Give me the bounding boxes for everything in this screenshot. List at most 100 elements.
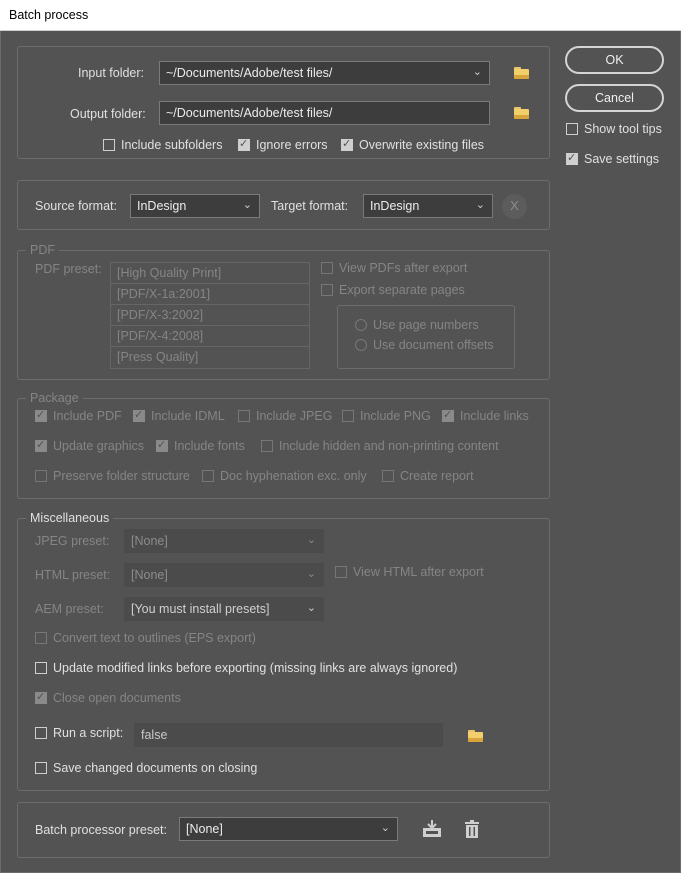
convert-text-label: Convert text to outlines (EPS export) bbox=[53, 631, 256, 645]
doc-hyphenation-checkbox[interactable] bbox=[202, 470, 214, 482]
view-html-label: View HTML after export bbox=[353, 565, 484, 579]
jpeg-preset-dropdown[interactable]: [None] ⌄ bbox=[124, 529, 324, 553]
doc-hyphenation-label: Doc hyphenation exc. only bbox=[220, 469, 367, 483]
save-preset-icon[interactable] bbox=[422, 820, 442, 838]
ok-button[interactable]: OK bbox=[565, 46, 664, 74]
list-item[interactable]: [PDF/X-3:2002] bbox=[111, 305, 309, 326]
chevron-down-icon: ⌄ bbox=[306, 602, 316, 614]
input-folder-value: ~/Documents/Adobe/test files/ bbox=[166, 66, 333, 80]
save-changed-label: Save changed documents on closing bbox=[53, 761, 258, 775]
pdf-legend: PDF bbox=[26, 243, 59, 257]
include-idml-checkbox[interactable] bbox=[133, 408, 145, 422]
batch-preset-dropdown[interactable]: [None] ⌄ bbox=[179, 817, 398, 841]
input-folder-dropdown[interactable]: ~/Documents/Adobe/test files/ ⌄ bbox=[159, 61, 490, 85]
view-pdfs-label: View PDFs after export bbox=[339, 261, 468, 275]
misc-panel bbox=[17, 518, 550, 791]
include-pdf-label: Include PDF bbox=[53, 409, 122, 423]
folder-icon[interactable] bbox=[514, 67, 530, 79]
misc-legend: Miscellaneous bbox=[26, 511, 114, 525]
batch-preset-value: [None] bbox=[186, 822, 223, 836]
list-item[interactable]: [Press Quality] bbox=[111, 347, 309, 368]
create-report-checkbox[interactable] bbox=[382, 470, 394, 482]
save-settings-checkbox[interactable] bbox=[566, 151, 578, 165]
use-document-offsets-label: Use document offsets bbox=[373, 338, 494, 352]
update-links-label: Update modified links before exporting (… bbox=[53, 661, 458, 675]
target-format-label: Target format: bbox=[271, 199, 349, 213]
list-item[interactable]: [High Quality Print] bbox=[111, 263, 309, 284]
include-fonts-label: Include fonts bbox=[174, 439, 245, 453]
list-item[interactable]: [PDF/X-4:2008] bbox=[111, 326, 309, 347]
source-format-dropdown[interactable]: InDesign ⌄ bbox=[130, 194, 260, 218]
output-folder-field[interactable]: ~/Documents/Adobe/test files/ bbox=[159, 101, 490, 125]
include-subfolders-checkbox[interactable] bbox=[103, 139, 115, 151]
run-script-checkbox[interactable] bbox=[35, 727, 47, 739]
trash-icon[interactable] bbox=[464, 820, 484, 838]
pdf-preset-list[interactable]: [High Quality Print] [PDF/X-1a:2001] [PD… bbox=[110, 262, 310, 369]
use-document-offsets-radio[interactable] bbox=[355, 339, 367, 351]
preserve-folder-structure-label: Preserve folder structure bbox=[53, 469, 190, 483]
target-format-dropdown[interactable]: InDesign ⌄ bbox=[363, 194, 493, 218]
overwrite-existing-label: Overwrite existing files bbox=[359, 138, 485, 152]
include-links-checkbox[interactable] bbox=[442, 408, 454, 422]
input-folder-label: Input folder: bbox=[78, 66, 145, 80]
ignore-errors-checkbox[interactable] bbox=[238, 137, 250, 151]
update-links-checkbox[interactable] bbox=[35, 662, 47, 674]
source-format-label: Source format: bbox=[35, 199, 117, 213]
aem-preset-label: AEM preset: bbox=[35, 602, 104, 616]
html-preset-label: HTML preset: bbox=[35, 568, 111, 582]
jpeg-preset-label: JPEG preset: bbox=[35, 534, 110, 548]
html-preset-dropdown[interactable]: [None] ⌄ bbox=[124, 563, 324, 587]
cancel-button[interactable]: Cancel bbox=[565, 84, 664, 112]
chevron-down-icon: ⌄ bbox=[242, 199, 252, 211]
html-preset-value: [None] bbox=[131, 568, 168, 582]
include-jpeg-label: Include JPEG bbox=[256, 409, 333, 423]
use-page-numbers-label: Use page numbers bbox=[373, 318, 479, 332]
view-pdfs-checkbox[interactable] bbox=[321, 262, 333, 274]
folder-icon[interactable] bbox=[514, 107, 530, 119]
include-links-label: Include links bbox=[460, 409, 529, 423]
script-path-value: false bbox=[141, 728, 168, 742]
run-script-label: Run a script: bbox=[53, 726, 124, 740]
ignore-errors-label: Ignore errors bbox=[256, 138, 328, 152]
chevron-down-icon: ⌄ bbox=[380, 822, 390, 834]
include-hidden-label: Include hidden and non-printing content bbox=[279, 439, 499, 453]
include-hidden-checkbox[interactable] bbox=[261, 440, 273, 452]
pdf-preset-label: PDF preset: bbox=[35, 262, 102, 276]
folder-icon[interactable] bbox=[468, 730, 484, 742]
output-folder-value: ~/Documents/Adobe/test files/ bbox=[166, 106, 333, 120]
clear-format-button[interactable]: X bbox=[502, 194, 527, 219]
dialog-body: Input folder: ~/Documents/Adobe/test fil… bbox=[0, 31, 681, 873]
export-separate-pages-checkbox[interactable] bbox=[321, 284, 333, 296]
convert-text-checkbox[interactable] bbox=[35, 632, 47, 644]
save-changed-checkbox[interactable] bbox=[35, 762, 47, 774]
close-docs-label: Close open documents bbox=[53, 691, 181, 705]
title-bar: Batch process bbox=[0, 0, 681, 31]
source-format-value: InDesign bbox=[137, 199, 187, 213]
include-jpeg-checkbox[interactable] bbox=[238, 410, 250, 422]
view-html-checkbox[interactable] bbox=[335, 566, 347, 578]
batch-preset-label: Batch processor preset: bbox=[35, 823, 168, 837]
chevron-down-icon: ⌄ bbox=[472, 66, 482, 78]
include-png-checkbox[interactable] bbox=[342, 410, 354, 422]
jpeg-preset-value: [None] bbox=[131, 534, 168, 548]
close-docs-checkbox[interactable] bbox=[35, 690, 47, 704]
list-item[interactable]: [PDF/X-1a:2001] bbox=[111, 284, 309, 305]
overwrite-existing-checkbox[interactable] bbox=[341, 137, 353, 151]
aem-preset-value: [You must install presets] bbox=[131, 602, 270, 616]
include-pdf-checkbox[interactable] bbox=[35, 408, 47, 422]
save-settings-label: Save settings bbox=[584, 152, 660, 166]
window-title: Batch process bbox=[9, 8, 89, 22]
page-options-box bbox=[337, 305, 515, 369]
show-tool-tips-checkbox[interactable] bbox=[566, 123, 578, 135]
use-page-numbers-radio[interactable] bbox=[355, 319, 367, 331]
preserve-folder-structure-checkbox[interactable] bbox=[35, 470, 47, 482]
create-report-label: Create report bbox=[400, 469, 474, 483]
show-tool-tips-label: Show tool tips bbox=[584, 122, 662, 136]
target-format-value: InDesign bbox=[370, 199, 420, 213]
update-graphics-checkbox[interactable] bbox=[35, 438, 47, 452]
include-fonts-checkbox[interactable] bbox=[156, 438, 168, 452]
aem-preset-dropdown[interactable]: [You must install presets] ⌄ bbox=[124, 597, 324, 621]
script-path-field[interactable]: false bbox=[134, 723, 443, 747]
export-separate-pages-label: Export separate pages bbox=[339, 283, 465, 297]
chevron-down-icon: ⌄ bbox=[475, 199, 485, 211]
